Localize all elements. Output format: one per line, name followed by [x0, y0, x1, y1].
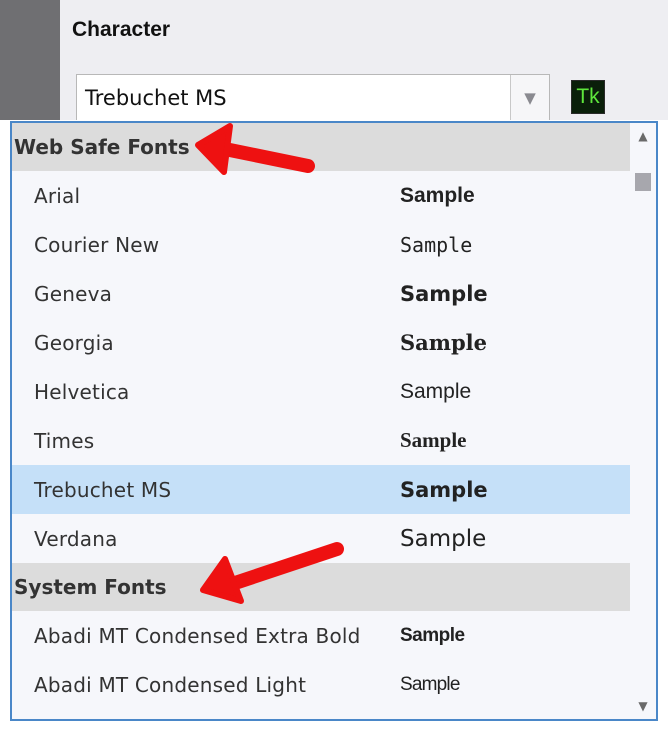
font-sample: Sample [400, 281, 488, 306]
font-sample: Sample [400, 624, 465, 646]
font-sample: Sample [400, 379, 472, 403]
font-dropdown-list[interactable]: Web Safe Fonts Arial Sample Courier New … [10, 121, 658, 721]
font-name: Arial [34, 183, 81, 208]
scroll-up-arrow-icon[interactable]: ▲ [630, 125, 656, 147]
chevron-down-icon[interactable]: ▼ [510, 75, 549, 120]
font-name: Courier New [34, 232, 160, 257]
font-name: Georgia [34, 330, 114, 355]
font-sample: Sample [400, 183, 475, 207]
font-name: Verdana [34, 526, 118, 551]
font-select-value: Trebuchet MS [85, 85, 227, 110]
font-name: Helvetica [34, 379, 130, 404]
font-family-select[interactable]: Trebuchet MS ▼ [76, 74, 550, 120]
font-name: Trebuchet MS [34, 477, 172, 502]
group-header-web-safe: Web Safe Fonts [12, 123, 632, 171]
font-option-trebuchet-ms[interactable]: Trebuchet MS Sample [12, 465, 632, 514]
font-name: Times [34, 428, 95, 453]
font-option-helvetica[interactable]: Helvetica Sample [12, 367, 632, 416]
font-sample: Sample [400, 477, 488, 502]
font-option-abadi-mt-condensed-light[interactable]: Abadi MT Condensed Light Sample [12, 660, 632, 709]
font-option-times[interactable]: Times Sample [12, 416, 632, 465]
font-option-abadi-mt-condensed-extra-bold[interactable]: Abadi MT Condensed Extra Bold Sample [12, 611, 632, 660]
font-option-arial[interactable]: Arial Sample [12, 171, 632, 220]
left-panel-strip [0, 0, 60, 120]
font-option-verdana[interactable]: Verdana Sample [12, 514, 632, 563]
font-list: Web Safe Fonts Arial Sample Courier New … [12, 123, 632, 709]
typekit-button[interactable]: Tk [571, 80, 605, 114]
font-sample: Sample [400, 525, 487, 552]
font-name: Abadi MT Condensed Extra Bold [34, 623, 361, 648]
scroll-down-arrow-icon[interactable]: ▼ [630, 695, 656, 717]
panel-title: Character [72, 18, 171, 41]
font-option-georgia[interactable]: Georgia Sample [12, 318, 632, 367]
font-sample: Sample [400, 330, 488, 355]
font-sample: Sample [400, 232, 473, 257]
vertical-scrollbar[interactable]: ▲ ▼ [630, 123, 656, 719]
font-option-geneva[interactable]: Geneva Sample [12, 269, 632, 318]
font-name: Geneva [34, 281, 113, 306]
font-sample: Sample [400, 428, 467, 452]
group-header-system: System Fonts [12, 563, 632, 611]
scroll-thumb[interactable] [635, 173, 651, 191]
font-sample: Sample [400, 673, 460, 695]
typekit-label: Tk [576, 85, 600, 108]
font-name: Abadi MT Condensed Light [34, 672, 307, 697]
font-option-courier-new[interactable]: Courier New Sample [12, 220, 632, 269]
